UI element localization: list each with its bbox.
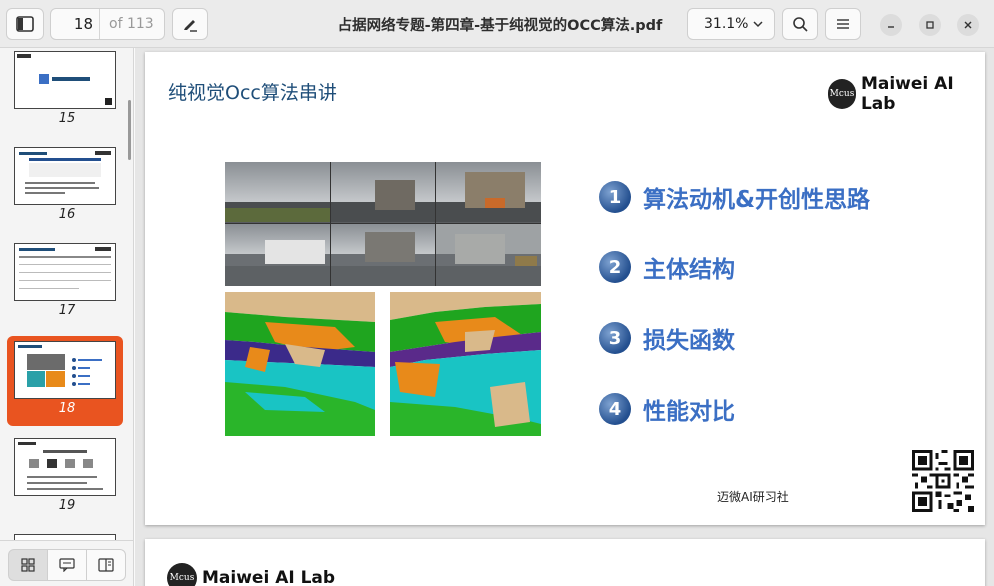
maximize-icon (926, 21, 934, 29)
logo-mark: Mcus (167, 563, 197, 586)
thumbnails-view-button[interactable] (8, 549, 48, 581)
thumbnail-page-19[interactable] (14, 438, 116, 496)
agenda-label: 算法动机&开创性思路 (643, 187, 871, 213)
camera-images (225, 162, 541, 286)
agenda-item-2: 2 主体结构 (599, 250, 735, 284)
thumbnail-sidebar: 15 16 17 18 19 (0, 48, 134, 586)
thumbnail-preview (17, 54, 112, 105)
zoom-label: 31.1% (704, 16, 749, 32)
thumbnail-label: 16 (58, 207, 76, 222)
logo-text: Maiwei AI Lab (860, 74, 954, 114)
sidebar-toggle-button[interactable] (6, 8, 44, 40)
sidebar-icon (16, 16, 34, 32)
header-bar: of 113 占据网络专题-第四章-基于纯视觉的OCC算法.pdf 31.1% (0, 0, 994, 48)
document-title: 占据网络专题-第四章-基于纯视觉的OCC算法.pdf (337, 18, 663, 34)
annotate-button[interactable] (172, 8, 208, 40)
search-button[interactable] (782, 8, 818, 40)
page-divider (99, 9, 100, 39)
logo-text: Maiwei AI Lab (202, 568, 336, 586)
thumbnail-page-18[interactable] (14, 341, 116, 399)
search-icon (793, 17, 808, 32)
agenda-number-badge: 2 (599, 251, 631, 283)
thumbnail-page-17[interactable] (14, 243, 116, 301)
chevron-down-icon (753, 21, 763, 28)
agenda-item-1: 1 算法动机&开创性思路 (599, 180, 870, 214)
page-navigator: of 113 (50, 8, 165, 40)
thumbnail-preview (19, 151, 111, 194)
thumbnail-label: 17 (58, 303, 76, 318)
maiwei-logo: Mcus Maiwei AI Lab (167, 563, 335, 586)
maiwei-logo: Mcus Maiwei AI Lab (828, 74, 985, 114)
hamburger-icon (837, 19, 849, 29)
thumbnail-preview (18, 345, 102, 387)
page-number-input[interactable] (51, 9, 99, 39)
agenda-number-badge: 4 (599, 393, 631, 425)
agenda-item-4: 4 性能对比 (599, 392, 735, 426)
sidebar-view-switcher (0, 540, 133, 586)
maximize-button[interactable] (919, 14, 941, 36)
agenda-label: 主体结构 (643, 257, 735, 283)
agenda-number-badge: 1 (599, 181, 631, 213)
agenda-label: 损失函数 (643, 328, 735, 354)
thumbnail-page-16[interactable] (14, 147, 116, 205)
zoom-dropdown[interactable]: 31.1% (687, 8, 775, 40)
sidebar-scrollbar[interactable] (128, 100, 131, 160)
pdf-page-19: Mcus Maiwei AI Lab (145, 539, 985, 586)
agenda-item-3: 3 损失函数 (599, 321, 735, 355)
annotations-view-button[interactable] (47, 549, 87, 581)
thumbnail-label: 15 (58, 111, 76, 126)
thumbnail-label: 19 (58, 498, 76, 513)
thumbnail-label: 18 (58, 401, 76, 416)
slide-title: 纯视觉Occ算法串讲 (168, 82, 337, 104)
agenda-number-badge: 3 (599, 322, 631, 354)
slide-footer: 迈微AI研习社 (717, 490, 789, 504)
qr-code-icon (912, 450, 974, 512)
occupancy-visualizations (225, 292, 541, 436)
close-icon (964, 21, 972, 29)
book-icon (98, 558, 114, 572)
page-total-label: of 113 (109, 16, 154, 32)
document-viewport[interactable]: 纯视觉Occ算法串讲 Mcus Maiwei AI Lab 1 算法动机&开创性… (135, 48, 994, 586)
thumbnail-preview (19, 247, 111, 289)
pencil-icon (184, 20, 197, 32)
pdf-page-18: 纯视觉Occ算法串讲 Mcus Maiwei AI Lab 1 算法动机&开创性… (145, 52, 985, 525)
minimize-button[interactable] (880, 14, 902, 36)
grid-icon (21, 558, 35, 572)
minimize-icon (888, 26, 894, 28)
comment-icon (59, 558, 75, 572)
agenda-label: 性能对比 (643, 399, 735, 425)
outline-view-button[interactable] (86, 549, 126, 581)
close-button[interactable] (957, 14, 979, 36)
main-menu-button[interactable] (825, 8, 861, 40)
logo-mark: Mcus (828, 79, 856, 109)
thumbnail-page-15[interactable] (14, 51, 116, 109)
thumbnail-preview (18, 442, 103, 490)
